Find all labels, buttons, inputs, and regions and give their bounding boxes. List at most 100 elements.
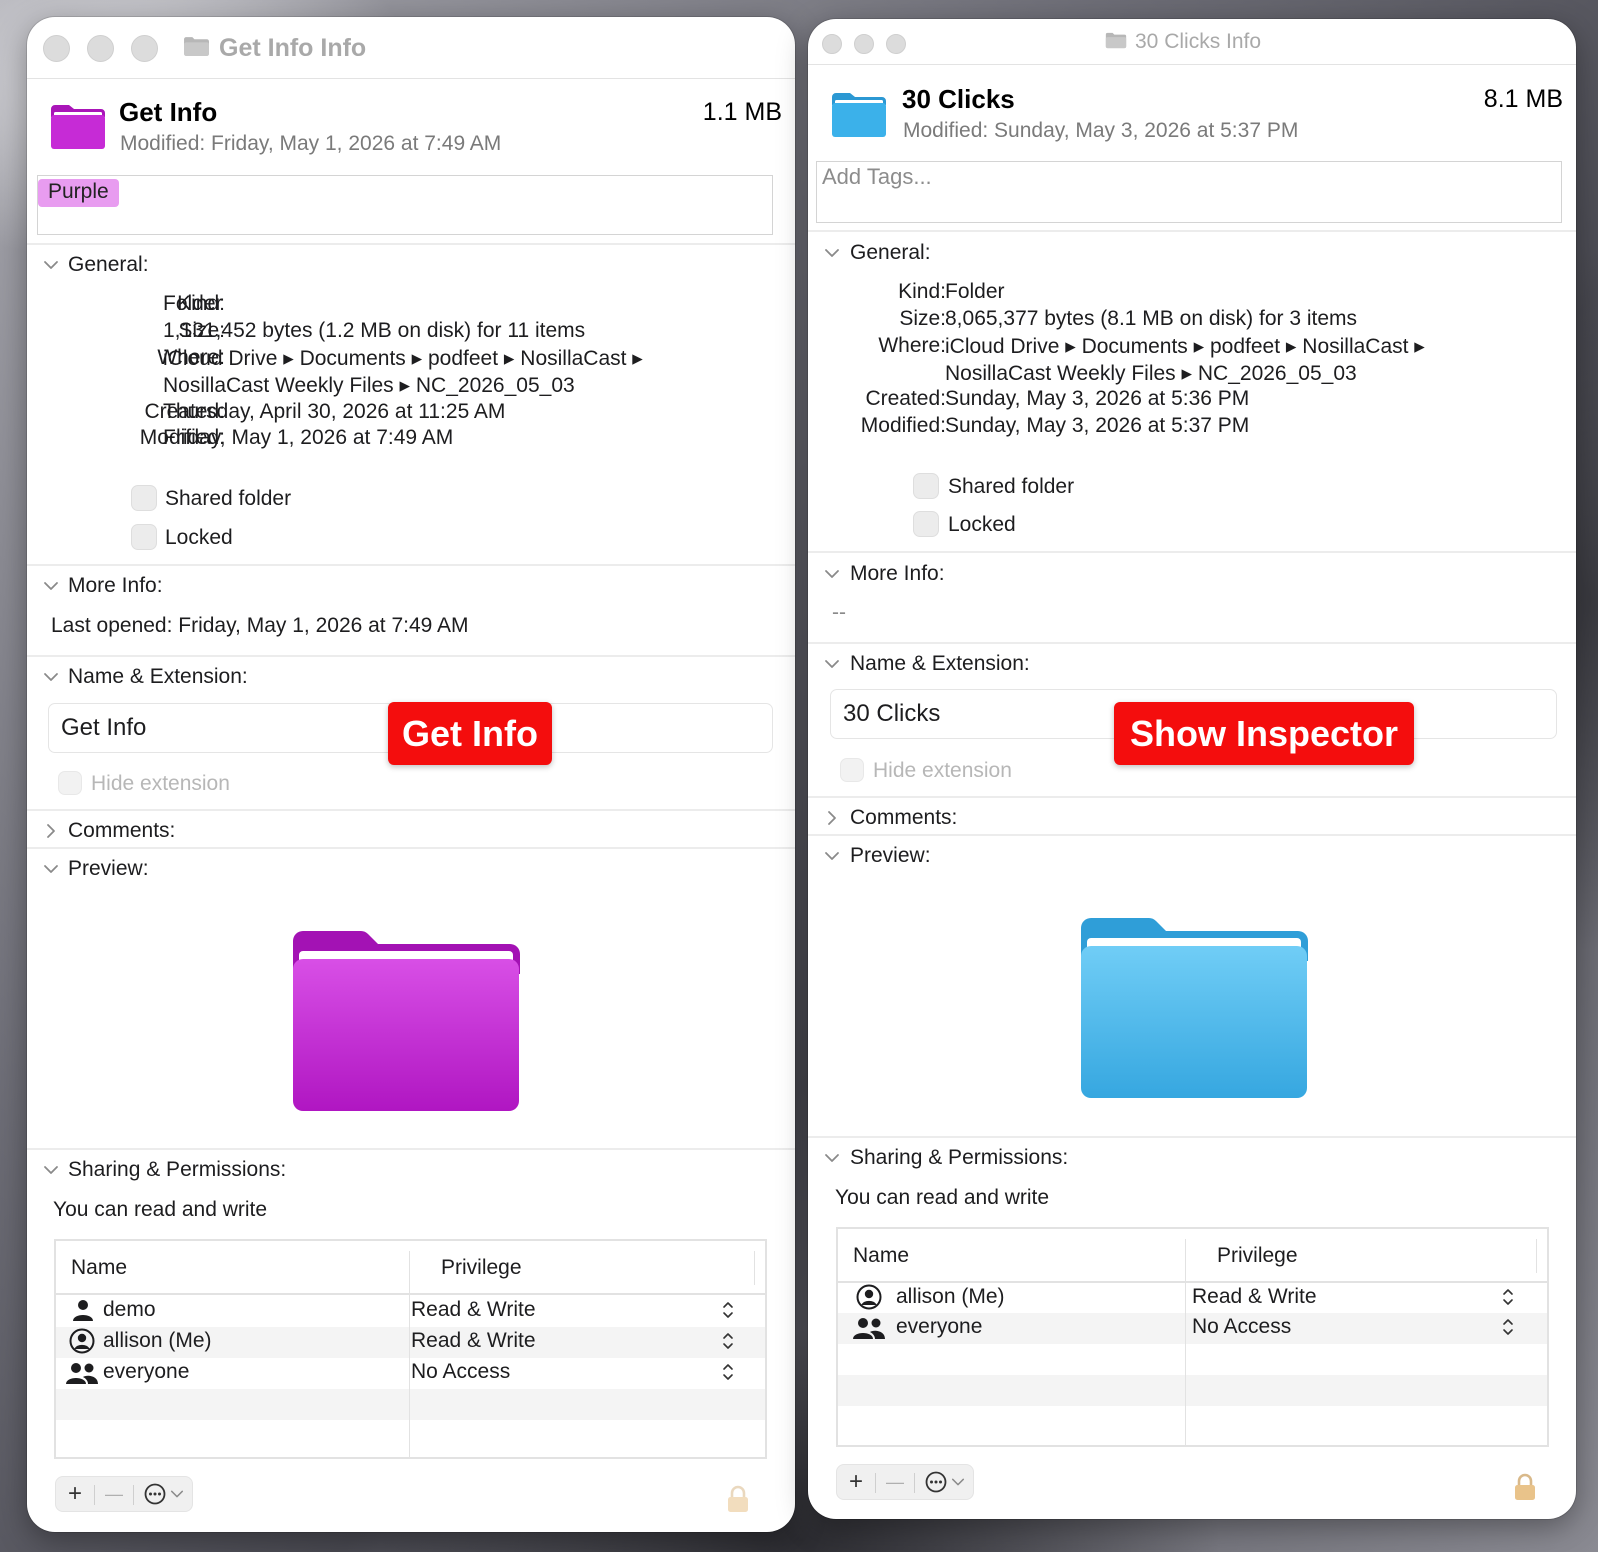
- close-button[interactable]: [43, 35, 70, 62]
- name-value: 30 Clicks: [843, 700, 941, 727]
- minimize-button[interactable]: [87, 35, 114, 62]
- row-privilege[interactable]: Read & Write: [411, 1329, 536, 1353]
- chevron-down-icon[interactable]: [43, 861, 59, 877]
- chevron-down-icon[interactable]: [43, 669, 59, 685]
- column-header-privilege[interactable]: Privilege: [441, 1256, 522, 1280]
- add-button[interactable]: +: [56, 1477, 94, 1511]
- section-title-more-info[interactable]: More Info:: [68, 574, 163, 598]
- section-title-name-extension[interactable]: Name & Extension:: [850, 652, 1030, 676]
- created-label: Created:: [865, 387, 946, 410]
- chevron-up-down-icon[interactable]: [1502, 1318, 1514, 1336]
- permissions-toolbar: + —: [55, 1476, 193, 1512]
- toolbar-separator: [914, 1473, 915, 1493]
- row-privilege[interactable]: Read & Write: [1192, 1285, 1317, 1309]
- column-separator: [1536, 1239, 1537, 1273]
- lock-icon[interactable]: [1513, 1473, 1537, 1501]
- minimize-button[interactable]: [854, 34, 874, 54]
- where-value-line1: iCloud Drive ▸ Documents ▸ podfeet ▸ Nos…: [163, 347, 643, 370]
- add-button[interactable]: +: [837, 1465, 875, 1499]
- modified-date: Modified: Sunday, May 3, 2026 at 5:37 PM: [903, 119, 1299, 142]
- close-button[interactable]: [822, 34, 842, 54]
- zoom-button[interactable]: [886, 34, 906, 54]
- folder-preview-icon: [1081, 918, 1308, 1098]
- row-stripe: [56, 1389, 765, 1420]
- kind-label: Kind:: [898, 280, 946, 303]
- section-title-comments[interactable]: Comments:: [68, 819, 175, 843]
- divider: [808, 1136, 1576, 1138]
- folder-body: [51, 115, 105, 149]
- section-title-general[interactable]: General:: [68, 253, 149, 277]
- modified-label: Modified:: [860, 414, 946, 437]
- section-title-sharing-permissions[interactable]: Sharing & Permissions:: [850, 1146, 1068, 1170]
- section-title-general[interactable]: General:: [850, 241, 931, 265]
- remove-button[interactable]: —: [876, 1465, 914, 1499]
- row-privilege[interactable]: No Access: [411, 1360, 510, 1384]
- zoom-button[interactable]: [131, 35, 158, 62]
- chevron-down-icon[interactable]: [43, 257, 59, 273]
- hide-extension-checkbox[interactable]: [58, 771, 82, 795]
- show-inspector-label: Show Inspector: [1114, 702, 1414, 765]
- last-opened: Last opened: Friday, May 1, 2026 at 7:49…: [51, 614, 469, 637]
- tags-field[interactable]: Add Tags...: [816, 161, 1562, 223]
- divider: [27, 1148, 795, 1150]
- chevron-down-icon[interactable]: [43, 578, 59, 594]
- lock-icon[interactable]: [726, 1485, 750, 1513]
- section-title-preview[interactable]: Preview:: [68, 857, 149, 881]
- remove-button[interactable]: —: [95, 1477, 133, 1511]
- chevron-up-down-icon[interactable]: [1502, 1288, 1514, 1306]
- section-title-preview[interactable]: Preview:: [850, 844, 931, 868]
- section-title-more-info[interactable]: More Info:: [850, 562, 945, 586]
- shared-folder-label: Shared folder: [165, 487, 292, 510]
- person-icon: [71, 1298, 95, 1322]
- chevron-up-down-icon[interactable]: [722, 1363, 734, 1381]
- locked-checkbox[interactable]: [913, 511, 939, 537]
- chevron-down-icon[interactable]: [824, 1150, 840, 1166]
- tag-purple[interactable]: Purple: [38, 179, 119, 207]
- divider: [27, 847, 795, 849]
- get-info-window-right: 30 Clicks Info 30 Clicks 8.1 MB Modified…: [808, 19, 1576, 1519]
- locked-checkbox[interactable]: [131, 524, 157, 550]
- file-size: 1.1 MB: [702, 98, 782, 126]
- tags-field[interactable]: Purple: [37, 175, 773, 235]
- column-separator: [754, 1251, 755, 1285]
- header-line: [838, 1281, 1547, 1283]
- sharing-note: You can read and write: [53, 1198, 268, 1221]
- row-privilege[interactable]: No Access: [1192, 1315, 1291, 1339]
- section-title-name-extension[interactable]: Name & Extension:: [68, 665, 248, 689]
- column-header-privilege[interactable]: Privilege: [1217, 1244, 1298, 1268]
- column-header-name[interactable]: Name: [853, 1244, 909, 1268]
- hide-extension-label: Hide extension: [91, 772, 230, 795]
- folder-preview-icon: [293, 931, 520, 1111]
- divider: [27, 809, 795, 811]
- chevron-down-icon[interactable]: [43, 1162, 59, 1178]
- shared-folder-label: Shared folder: [948, 475, 1075, 498]
- divider: [27, 243, 795, 245]
- chevron-up-down-icon[interactable]: [722, 1332, 734, 1350]
- person-circle-icon: [69, 1328, 95, 1354]
- action-menu-button[interactable]: [917, 1465, 973, 1499]
- ellipsis-circle-icon: [925, 1471, 947, 1493]
- column-header-name[interactable]: Name: [71, 1256, 127, 1280]
- where-value-line2: NosillaCast Weekly Files ▸ NC_2026_05_03: [163, 374, 575, 397]
- divider: [27, 564, 795, 566]
- shared-folder-checkbox[interactable]: [131, 485, 157, 511]
- chevron-down-icon[interactable]: [824, 566, 840, 582]
- folder-icon: [51, 105, 105, 149]
- created-value: Sunday, May 3, 2026 at 5:36 PM: [945, 387, 1250, 410]
- chevron-down-icon[interactable]: [824, 848, 840, 864]
- chevron-right-icon[interactable]: [824, 810, 840, 826]
- row-name: everyone: [896, 1315, 983, 1338]
- action-menu-button[interactable]: [136, 1477, 192, 1511]
- hide-extension-checkbox[interactable]: [840, 758, 864, 782]
- chevron-right-icon[interactable]: [43, 823, 59, 839]
- file-name: 30 Clicks: [902, 84, 1015, 114]
- section-title-sharing-permissions[interactable]: Sharing & Permissions:: [68, 1158, 286, 1182]
- chevron-down-icon[interactable]: [824, 656, 840, 672]
- section-title-comments[interactable]: Comments:: [850, 806, 957, 830]
- row-privilege[interactable]: Read & Write: [411, 1298, 536, 1322]
- shared-folder-checkbox[interactable]: [913, 473, 939, 499]
- chevron-up-down-icon[interactable]: [722, 1301, 734, 1319]
- title-bar: 30 Clicks Info: [808, 19, 1576, 65]
- divider: [808, 642, 1576, 644]
- chevron-down-icon[interactable]: [824, 245, 840, 261]
